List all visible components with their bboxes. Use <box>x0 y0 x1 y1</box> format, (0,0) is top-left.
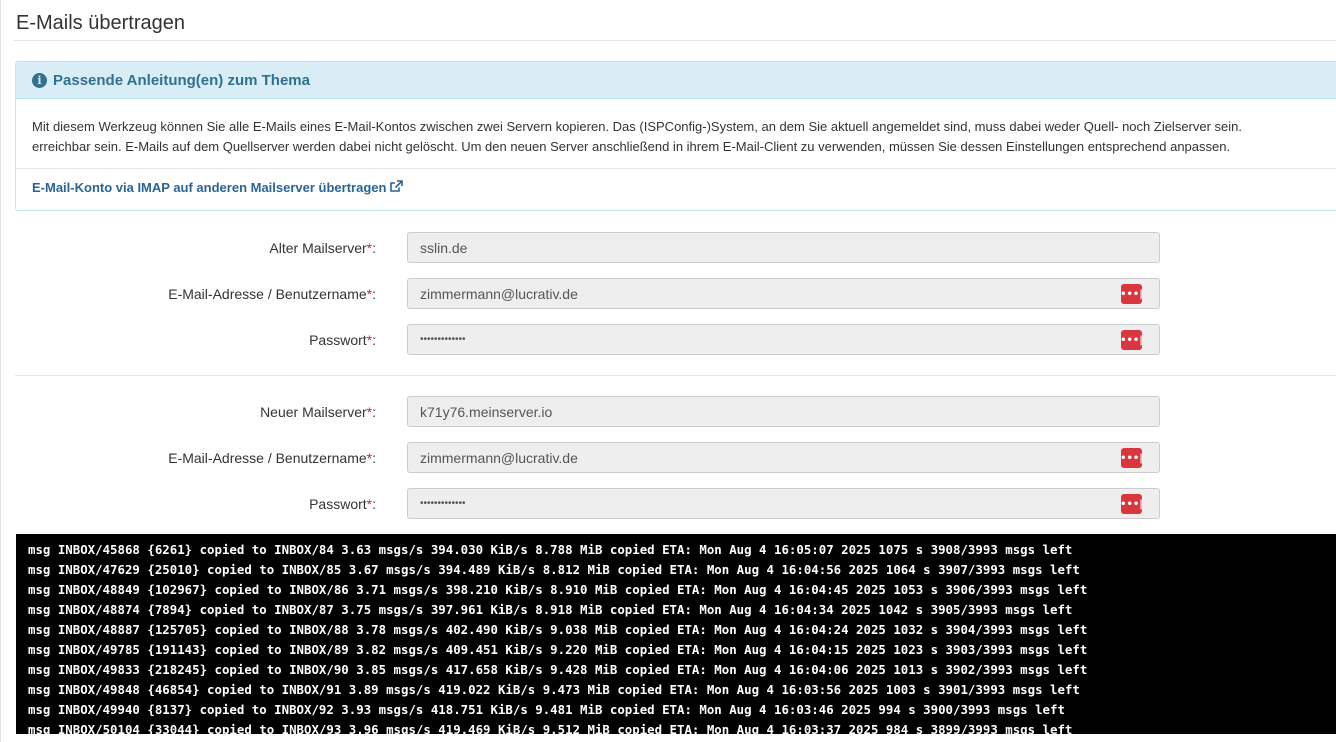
log-line: msg INBOX/45868 {6261} copied to INBOX/8… <box>28 542 1073 557</box>
password-manager-icon[interactable]: •••| <box>1120 448 1143 468</box>
log-line: msg INBOX/50104 {33044} copied to INBOX/… <box>28 722 1073 734</box>
new-server-label: Neuer Mailserver*: <box>260 404 376 420</box>
password-manager-icon[interactable]: •••| <box>1120 330 1143 350</box>
password-manager-icon[interactable]: •••| <box>1120 284 1143 304</box>
log-line: msg INBOX/47629 {25010} copied to INBOX/… <box>28 562 1080 577</box>
new-password-label: Passwort*: <box>309 496 376 512</box>
guide-info-panel: i Passende Anleitung(en) zum Thema Mit d… <box>15 61 1336 211</box>
info-panel-text: Mit diesem Werkzeug können Sie alle E-Ma… <box>16 99 1336 169</box>
log-line: msg INBOX/49785 {191143} copied to INBOX… <box>28 642 1088 657</box>
page-title: E-Mails übertragen <box>16 12 185 34</box>
info-panel-title: Passende Anleitung(en) zum Thema <box>53 71 310 89</box>
new-user-row: E-Mail-Adresse / Benutzername*: •••| <box>0 442 1336 474</box>
new-server-row: Neuer Mailserver*: <box>0 396 1336 428</box>
title-divider <box>14 40 1336 41</box>
password-manager-icon[interactable]: •••| <box>1120 494 1143 514</box>
log-line: msg INBOX/49848 {46854} copied to INBOX/… <box>28 682 1080 697</box>
transfer-log-console[interactable]: msg INBOX/45868 {6261} copied to INBOX/8… <box>16 534 1336 734</box>
info-icon: i <box>32 72 47 88</box>
info-text-line-2: erreichbar sein. E-Mails auf dem Quellse… <box>32 139 1231 154</box>
old-user-label: E-Mail-Adresse / Benutzername*: <box>168 286 376 302</box>
log-line: msg INBOX/48887 {125705} copied to INBOX… <box>28 622 1088 637</box>
info-panel-header: i Passende Anleitung(en) zum Thema <box>16 62 1336 99</box>
log-line: msg INBOX/48849 {102967} copied to INBOX… <box>28 582 1088 597</box>
old-server-row: Alter Mailserver*: <box>0 232 1336 264</box>
new-user-label: E-Mail-Adresse / Benutzername*: <box>168 450 376 466</box>
log-line: msg INBOX/49940 {8137} copied to INBOX/9… <box>28 702 1065 717</box>
old-password-label: Passwort*: <box>309 332 376 348</box>
guide-link-label: E-Mail-Konto via IMAP auf anderen Mailse… <box>32 180 387 195</box>
guide-link[interactable]: E-Mail-Konto via IMAP auf anderen Mailse… <box>32 180 404 195</box>
old-user-row: E-Mail-Adresse / Benutzername*: •••| <box>0 278 1336 310</box>
left-border <box>0 0 1 742</box>
old-user-input[interactable] <box>407 278 1160 309</box>
info-text-line-1: Mit diesem Werkzeug können Sie alle E-Ma… <box>32 119 1243 134</box>
old-server-label: Alter Mailserver*: <box>269 240 376 256</box>
log-line: msg INBOX/49833 {218245} copied to INBOX… <box>28 662 1088 677</box>
old-server-input[interactable] <box>407 232 1160 263</box>
external-link-icon <box>390 180 404 192</box>
info-panel-footer: E-Mail-Konto via IMAP auf anderen Mailse… <box>16 169 1336 195</box>
new-password-row: Passwort*: •••| <box>0 488 1336 520</box>
old-password-row: Passwort*: •••| <box>0 324 1336 356</box>
new-user-input[interactable] <box>407 442 1160 473</box>
new-server-input[interactable] <box>407 396 1160 427</box>
new-password-input[interactable] <box>407 488 1160 519</box>
section-divider <box>15 375 1336 376</box>
old-password-input[interactable] <box>407 324 1160 355</box>
log-line: msg INBOX/48874 {7894} copied to INBOX/8… <box>28 602 1073 617</box>
